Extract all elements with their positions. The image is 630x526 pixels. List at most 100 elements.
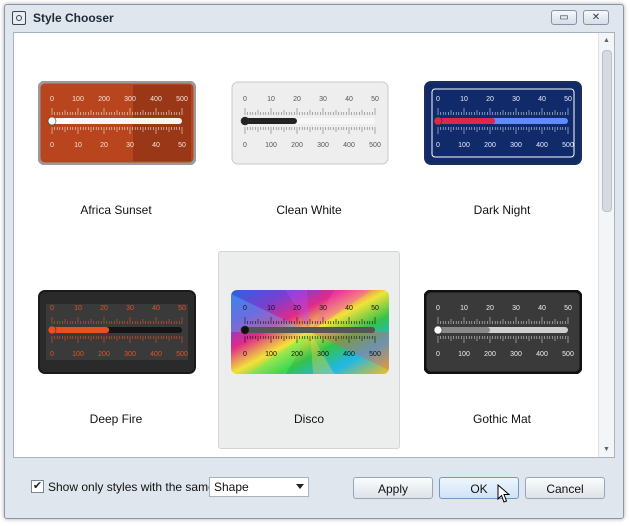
style-chooser-window: Style Chooser ▭ ✕ 0 100 200 300 400 500 0 10 20 3… xyxy=(4,4,624,519)
tick-label-bottom: 100 xyxy=(72,351,84,358)
style-tile-dark-night[interactable]: 0 10 20 30 40 50 0 100 200 300 400 500 Dark Night xyxy=(411,42,593,240)
window-title: Style Chooser xyxy=(33,11,114,25)
filter-dropdown[interactable]: Shape xyxy=(209,477,309,497)
same-style-checkbox[interactable]: ✔ xyxy=(31,480,44,493)
style-tile-label: Dark Night xyxy=(473,203,531,217)
gauge-preview-disco: 0 10 20 30 40 50 0 100 200 300 400 500 xyxy=(231,290,389,374)
tick-label-bottom: 0 xyxy=(243,351,247,358)
tick-label-top: 0 xyxy=(243,305,247,312)
tick-label-top: 20 xyxy=(486,305,494,312)
tick-label-top: 40 xyxy=(152,305,160,312)
filter-dropdown-value: Shape xyxy=(214,480,249,494)
tick-label-top: 50 xyxy=(371,96,379,103)
style-tile-label: Deep Fire xyxy=(89,412,143,426)
tick-label-bottom: 100 xyxy=(458,142,470,149)
tick-label-bottom: 300 xyxy=(510,142,522,149)
tick-label-top: 10 xyxy=(267,96,275,103)
tick-label-bottom: 30 xyxy=(126,142,134,149)
tick-label-bottom: 500 xyxy=(369,142,381,149)
tick-label-top: 100 xyxy=(72,96,84,103)
scroll-down-icon[interactable]: ▼ xyxy=(599,442,614,457)
tick-label-top: 200 xyxy=(98,96,110,103)
tick-label-top: 50 xyxy=(178,305,186,312)
gauge-preview-image: 0 100 200 300 400 500 0 10 20 30 40 50 xyxy=(38,81,196,165)
tick-label-top: 400 xyxy=(150,96,162,103)
tick-label-top: 50 xyxy=(371,305,379,312)
gauge-preview-clean-white: 0 10 20 30 40 50 0 100 200 300 400 500 xyxy=(231,81,389,165)
tick-label-bottom: 0 xyxy=(50,351,54,358)
style-tile-disco[interactable]: 0 10 20 30 40 50 0 100 200 300 400 500 Disco xyxy=(218,251,400,449)
gauge-preview-africa-sunset: 0 100 200 300 400 500 0 10 20 30 40 50 xyxy=(38,81,196,165)
style-tile-africa-sunset[interactable]: 0 100 200 300 400 500 0 10 20 30 40 50 Africa Sunset xyxy=(25,42,207,240)
tick-label-bottom: 200 xyxy=(291,351,303,358)
tick-label-bottom: 500 xyxy=(369,351,381,358)
tick-label-bottom: 0 xyxy=(436,351,440,358)
tick-label-bottom: 0 xyxy=(243,142,247,149)
style-tile-label: Clean White xyxy=(276,203,342,217)
style-tile-clean-white[interactable]: 0 10 20 30 40 50 0 100 200 300 400 500 Clean White xyxy=(218,42,400,240)
app-window-icon xyxy=(12,11,26,25)
scroll-up-icon[interactable]: ▲ xyxy=(599,33,614,48)
vertical-scrollbar[interactable]: ▲ ▼ xyxy=(598,33,614,457)
style-tile-gothic-mat[interactable]: 0 10 20 30 40 50 0 100 200 300 400 500 Gothic Mat xyxy=(411,251,593,449)
gauge-preview-gothic-mat: 0 10 20 30 40 50 0 100 200 300 400 500 xyxy=(424,290,582,374)
tick-label-bottom: 0 xyxy=(50,142,54,149)
tick-label-top: 20 xyxy=(293,305,301,312)
tick-label-bottom: 300 xyxy=(317,142,329,149)
tick-label-bottom: 300 xyxy=(124,351,136,358)
tick-label-top: 0 xyxy=(50,96,54,103)
tick-label-bottom: 400 xyxy=(343,142,355,149)
tick-label-bottom: 400 xyxy=(536,351,548,358)
chevron-down-icon xyxy=(296,484,304,489)
tick-label-bottom: 100 xyxy=(265,142,277,149)
tick-label-top: 20 xyxy=(486,96,494,103)
style-tile-deep-fire[interactable]: 0 10 20 30 40 50 0 100 200 300 400 500 Deep Fire xyxy=(25,251,207,449)
gauge-preview-image: 0 10 20 30 40 500 100 200 300 400 500 xyxy=(424,290,582,374)
tick-label-top: 500 xyxy=(176,96,188,103)
tick-label-top: 40 xyxy=(538,96,546,103)
tick-label-bottom: 200 xyxy=(98,351,110,358)
apply-button[interactable]: Apply xyxy=(353,477,433,499)
tick-label-bottom: 300 xyxy=(510,351,522,358)
tick-label-top: 30 xyxy=(319,96,327,103)
tick-label-top: 50 xyxy=(564,96,572,103)
scrollbar-thumb[interactable] xyxy=(602,50,612,212)
dialog-footer: ✔ Show only styles with the same Shape A… xyxy=(13,461,615,511)
gauge-preview-image: 0 10 20 30 40 500 100 200 300 400 500 xyxy=(231,81,389,165)
tick-label-bottom: 100 xyxy=(265,351,277,358)
tick-label-bottom: 400 xyxy=(150,351,162,358)
tick-label-bottom: 300 xyxy=(317,351,329,358)
tick-label-bottom: 400 xyxy=(536,142,548,149)
title-bar: Style Chooser ▭ ✕ xyxy=(5,5,623,31)
tick-label-bottom: 200 xyxy=(484,142,496,149)
tick-label-bottom: 500 xyxy=(176,351,188,358)
tick-label-top: 20 xyxy=(100,305,108,312)
tick-label-top: 40 xyxy=(538,305,546,312)
gauge-preview-image: 0 10 20 30 40 500 100 200 300 400 500 xyxy=(38,290,196,374)
gauge-preview-image: 0 10 20 30 40 500 100 200 300 400 500 xyxy=(231,290,389,374)
style-tile-label: Disco xyxy=(293,412,324,426)
cancel-button[interactable]: Cancel xyxy=(525,477,605,499)
tick-label-top: 10 xyxy=(267,305,275,312)
tick-label-bottom: 100 xyxy=(458,351,470,358)
tick-label-bottom: 500 xyxy=(562,351,574,358)
restore-button[interactable]: ▭ xyxy=(551,10,577,25)
gauge-preview-dark-night: 0 10 20 30 40 50 0 100 200 300 400 500 xyxy=(424,81,582,165)
tick-label-top: 40 xyxy=(345,305,353,312)
style-tile-label: Gothic Mat xyxy=(472,412,532,426)
tick-label-bottom: 200 xyxy=(291,142,303,149)
tick-label-top: 30 xyxy=(512,96,520,103)
tick-label-top: 0 xyxy=(243,96,247,103)
gauge-preview-image: 0 10 20 30 40 500 100 200 300 400 500 xyxy=(424,81,582,165)
tick-label-top: 300 xyxy=(124,96,136,103)
tick-label-bottom: 0 xyxy=(436,142,440,149)
style-tile-label: Africa Sunset xyxy=(80,203,152,217)
tick-label-bottom: 40 xyxy=(152,142,160,149)
tick-label-bottom: 200 xyxy=(484,351,496,358)
styles-gallery: 0 100 200 300 400 500 0 10 20 30 40 50 Africa Sunset… xyxy=(13,32,615,458)
tick-label-top: 30 xyxy=(319,305,327,312)
close-button[interactable]: ✕ xyxy=(583,10,609,25)
tick-label-bottom: 500 xyxy=(562,142,574,149)
mouse-cursor-icon xyxy=(497,484,511,503)
tick-label-top: 10 xyxy=(74,305,82,312)
